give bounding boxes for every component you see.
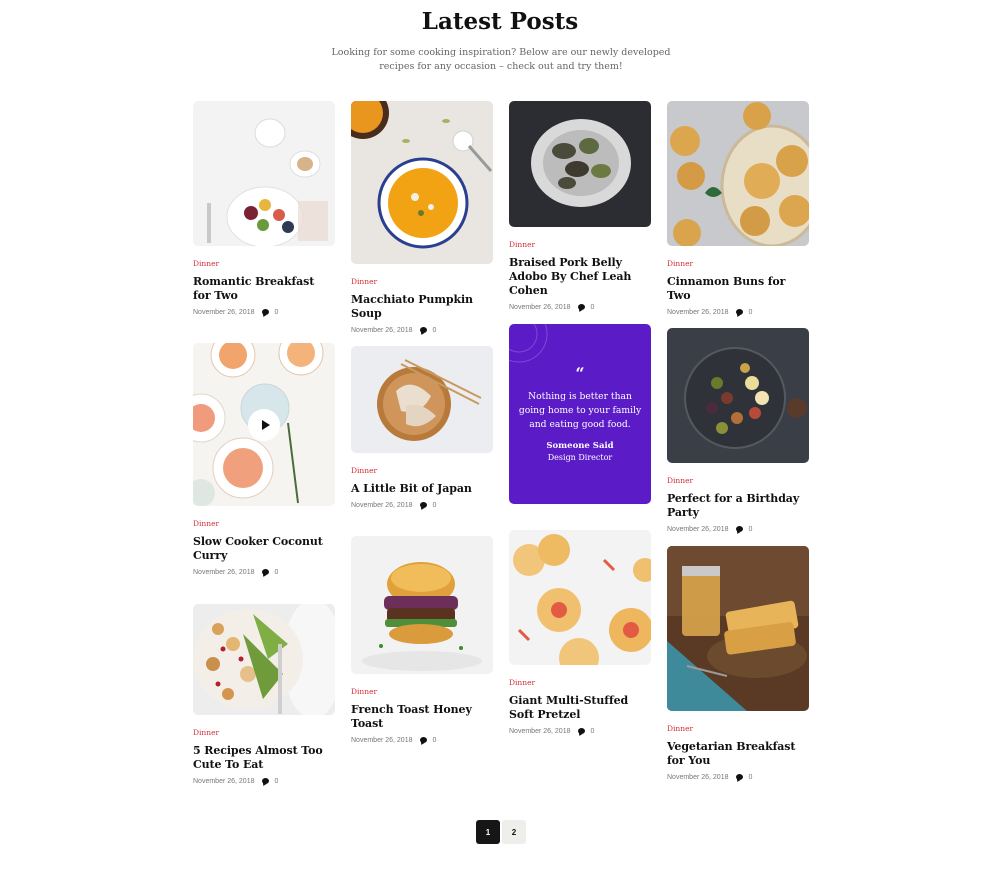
comment-icon (420, 502, 428, 508)
post-title[interactable]: French Toast Honey Toast (351, 703, 493, 731)
play-icon[interactable] (248, 409, 280, 441)
post-image[interactable] (351, 101, 493, 264)
post-category[interactable]: Dinner (509, 240, 651, 250)
post-card[interactable]: Dinner Macchiato Pumpkin Soup November 2… (351, 101, 493, 335)
page-subtitle: Looking for some cooking inspiration? Be… (331, 47, 671, 72)
post-card[interactable]: Dinner 5 Recipes Almost Too Cute To Eat … (193, 604, 335, 786)
testimonial-card: “ Nothing is better than going home to y… (509, 324, 651, 504)
post-category[interactable]: Dinner (351, 466, 493, 476)
post-date: November 26, 2018 (193, 308, 255, 316)
post-image[interactable] (351, 346, 493, 453)
post-card[interactable]: Dinner Romantic Breakfast for Two Novemb… (193, 101, 335, 317)
comment-count[interactable]: 0 (274, 778, 278, 785)
post-date: November 26, 2018 (667, 308, 729, 316)
post-category[interactable]: Dinner (667, 476, 809, 486)
post-title[interactable]: Braised Pork Belly Adobo By Chef Leah Co… (509, 256, 651, 298)
comment-icon (262, 569, 270, 575)
post-date: November 26, 2018 (667, 773, 729, 781)
comment-count[interactable]: 0 (274, 309, 278, 316)
comment-count[interactable]: 0 (432, 737, 436, 744)
comment-count[interactable]: 0 (432, 502, 436, 509)
post-card[interactable]: Dinner French Toast Honey Toast November… (351, 536, 493, 745)
post-meta: November 26, 2018 0 (193, 567, 335, 577)
post-date: November 26, 2018 (351, 501, 413, 509)
comment-icon (578, 304, 586, 310)
post-image[interactable] (509, 101, 651, 227)
comment-count[interactable]: 0 (748, 774, 752, 781)
post-meta: November 26, 2018 0 (193, 776, 335, 786)
post-meta: November 26, 2018 0 (509, 726, 651, 736)
comment-icon (420, 737, 428, 743)
comment-count[interactable]: 0 (748, 526, 752, 533)
comment-count[interactable]: 0 (590, 728, 594, 735)
comment-count[interactable]: 0 (590, 304, 594, 311)
post-card[interactable]: Dinner A Little Bit of Japan November 26… (351, 346, 493, 510)
comment-icon (262, 309, 270, 315)
post-title[interactable]: Romantic Breakfast for Two (193, 275, 335, 303)
post-title[interactable]: Cinnamon Buns for Two (667, 275, 809, 303)
post-category[interactable]: Dinner (509, 678, 651, 688)
post-image[interactable] (667, 546, 809, 711)
post-title[interactable]: Giant Multi-Stuffed Soft Pretzel (509, 694, 651, 722)
post-category[interactable]: Dinner (193, 728, 335, 738)
post-date: November 26, 2018 (193, 777, 255, 785)
comment-count[interactable]: 0 (432, 327, 436, 334)
post-image[interactable] (193, 101, 335, 246)
post-meta: November 26, 2018 0 (351, 735, 493, 745)
comment-icon (262, 778, 270, 784)
post-meta: November 26, 2018 0 (193, 307, 335, 317)
post-image[interactable] (667, 101, 809, 246)
pagination-page-2[interactable]: 2 (502, 820, 526, 844)
decorative-circle-icon (509, 324, 548, 363)
post-date: November 26, 2018 (509, 303, 571, 311)
post-date: November 26, 2018 (667, 525, 729, 533)
post-meta: November 26, 2018 0 (667, 307, 809, 317)
post-image[interactable] (193, 604, 335, 715)
comment-icon (420, 327, 428, 333)
post-title[interactable]: 5 Recipes Almost Too Cute To Eat (193, 744, 335, 772)
post-meta: November 26, 2018 0 (351, 325, 493, 335)
post-title[interactable]: Vegetarian Breakfast for You (667, 740, 809, 768)
post-image[interactable] (509, 530, 651, 665)
post-category[interactable]: Dinner (193, 519, 335, 529)
post-date: November 26, 2018 (351, 736, 413, 744)
post-date: November 26, 2018 (509, 727, 571, 735)
post-meta: November 26, 2018 0 (667, 772, 809, 782)
post-card[interactable]: Dinner Braised Pork Belly Adobo By Chef … (509, 101, 651, 312)
post-category[interactable]: Dinner (351, 277, 493, 287)
comment-icon (578, 728, 586, 734)
post-title[interactable]: A Little Bit of Japan (351, 482, 493, 496)
comment-icon (736, 774, 744, 780)
post-date: November 26, 2018 (351, 326, 413, 334)
post-image[interactable] (351, 536, 493, 674)
post-category[interactable]: Dinner (193, 259, 335, 269)
post-card[interactable]: Dinner Slow Cooker Coconut Curry Novembe… (193, 343, 335, 577)
post-meta: November 26, 2018 0 (351, 500, 493, 510)
post-title[interactable]: Macchiato Pumpkin Soup (351, 293, 493, 321)
post-card[interactable]: Dinner Cinnamon Buns for Two November 26… (667, 101, 809, 317)
comment-icon (736, 526, 744, 532)
comment-count[interactable]: 0 (748, 309, 752, 316)
post-category[interactable]: Dinner (351, 687, 493, 697)
post-title[interactable]: Perfect for a Birthday Party (667, 492, 809, 520)
pagination-page-1[interactable]: 1 (476, 820, 500, 844)
page-title: Latest Posts (421, 8, 579, 35)
post-meta: November 26, 2018 0 (667, 524, 809, 534)
post-category[interactable]: Dinner (667, 259, 809, 269)
comment-count[interactable]: 0 (274, 569, 278, 576)
post-date: November 26, 2018 (193, 568, 255, 576)
post-card[interactable]: Dinner Giant Multi-Stuffed Soft Pretzel … (509, 530, 651, 736)
post-meta: November 26, 2018 0 (509, 302, 651, 312)
post-image[interactable] (193, 343, 335, 506)
post-card[interactable]: Dinner Perfect for a Birthday Party Nove… (667, 328, 809, 534)
post-title[interactable]: Slow Cooker Coconut Curry (193, 535, 335, 563)
post-card[interactable]: Dinner Vegetarian Breakfast for You Nove… (667, 546, 809, 782)
post-image[interactable] (667, 328, 809, 463)
post-category[interactable]: Dinner (667, 724, 809, 734)
comment-icon (736, 309, 744, 315)
